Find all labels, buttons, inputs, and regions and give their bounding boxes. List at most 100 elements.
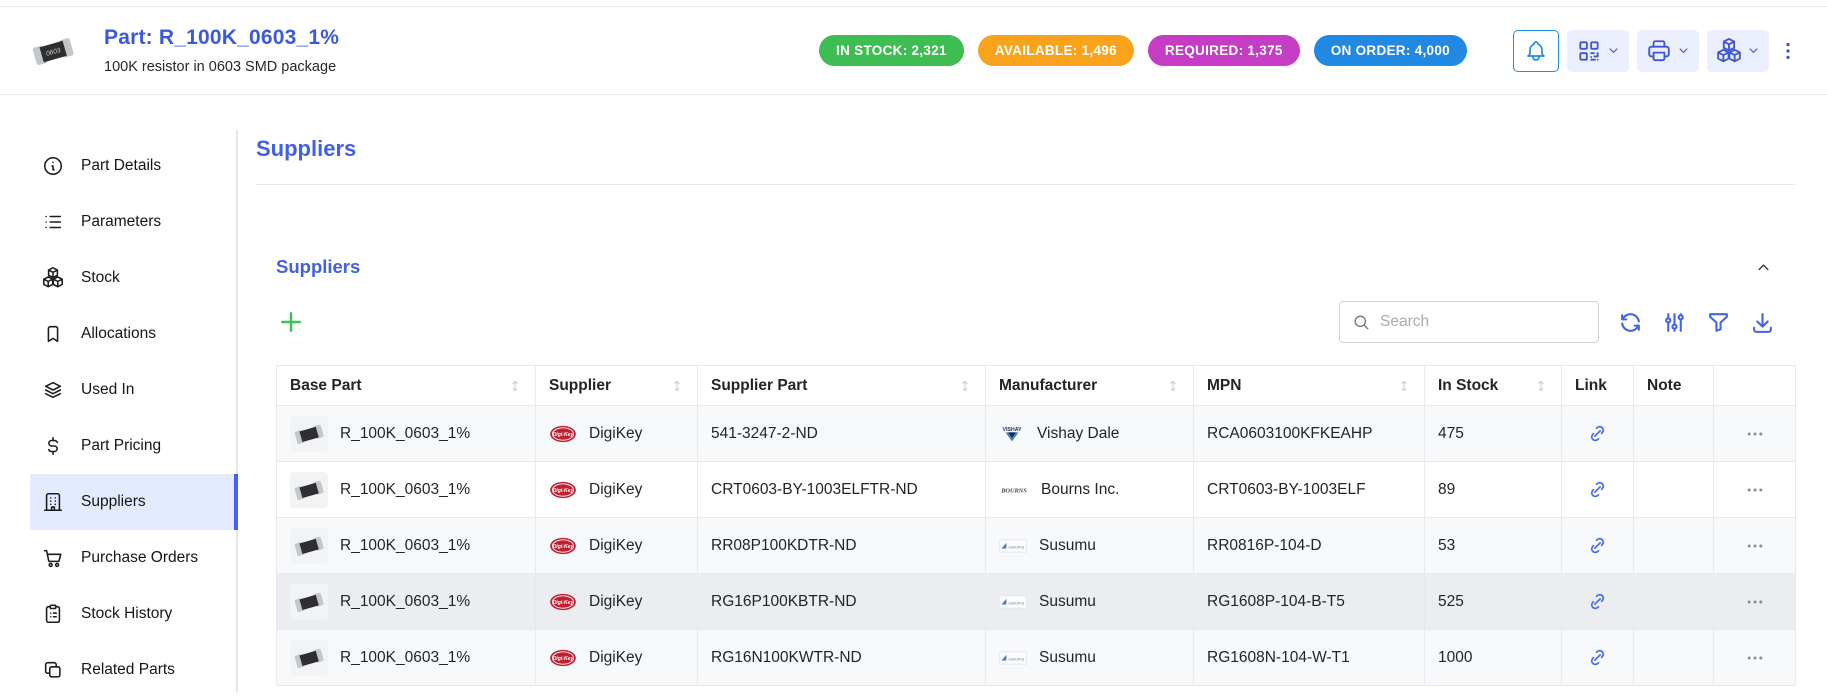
column-header-link: Link [1562, 366, 1634, 406]
part-sidebar: Part Details Parameters Stock Allocation… [30, 130, 238, 692]
mpn-value: RR0816P-104-D [1207, 537, 1322, 554]
part-thumbnail [290, 528, 328, 564]
column-header-manufacturer[interactable]: Manufacturer [986, 366, 1194, 406]
collapse-panel-button[interactable] [1754, 258, 1773, 277]
stock-cubes-icon [1716, 38, 1742, 64]
part-image[interactable]: 0603 [28, 29, 78, 73]
table-row[interactable]: R_100K_0603_1% DigiKey RG16N100KWTR-ND S… [277, 630, 1796, 686]
download-icon[interactable] [1750, 310, 1775, 335]
refresh-icon[interactable] [1618, 310, 1643, 335]
mpn-value: CRT0603-BY-1003ELF [1207, 481, 1366, 498]
susumu-logo [999, 595, 1027, 609]
notifications-button[interactable] [1513, 30, 1559, 72]
filter-icon[interactable] [1706, 310, 1731, 335]
base-part-name: R_100K_0603_1% [340, 649, 470, 667]
column-header-supplier-part[interactable]: Supplier Part [698, 366, 986, 406]
bookmark-icon [42, 323, 64, 345]
table-row[interactable]: R_100K_0603_1% DigiKey RR08P100KDTR-ND S… [277, 518, 1796, 574]
sidebar-item-part-details[interactable]: Part Details [30, 138, 236, 194]
sidebar-item-related-parts[interactable]: Related Parts [30, 642, 236, 698]
sidebar-item-label: Used In [81, 381, 134, 399]
stock-badges: IN STOCK: 2,321 AVAILABLE: 1,496 REQUIRE… [819, 35, 1467, 66]
sidebar-item-stock-history[interactable]: Stock History [30, 586, 236, 642]
in-stock-badge: IN STOCK: 2,321 [819, 35, 964, 66]
part-thumbnail [290, 584, 328, 620]
sidebar-item-allocations[interactable]: Allocations [30, 306, 236, 362]
supplier-name: DigiKey [589, 481, 642, 499]
table-row[interactable]: R_100K_0603_1% DigiKey CRT0603-BY-1003EL… [277, 462, 1796, 518]
manufacturer-name: Vishay Dale [1037, 425, 1119, 443]
part-thumbnail [290, 416, 328, 452]
divider [256, 184, 1795, 185]
sidebar-item-parameters[interactable]: Parameters [30, 194, 236, 250]
chevron-down-icon [1676, 43, 1691, 58]
sidebar-item-used-in[interactable]: Used In [30, 362, 236, 418]
digikey-logo [549, 537, 577, 555]
sidebar-item-purchase-orders[interactable]: Purchase Orders [30, 530, 236, 586]
column-header-supplier[interactable]: Supplier [536, 366, 698, 406]
dollar-icon [42, 435, 64, 457]
chevron-down-icon [1746, 43, 1761, 58]
base-part-name: R_100K_0603_1% [340, 537, 470, 555]
sort-icon [1397, 379, 1411, 393]
manufacturer-name: Susumu [1039, 593, 1096, 611]
more-options-button[interactable] [1777, 30, 1799, 72]
supplier-part-number: RR08P100KDTR-ND [711, 537, 857, 554]
info-circle-icon [42, 155, 64, 177]
mpn-value: RG1608P-104-B-T5 [1207, 593, 1345, 610]
supplier-part-number: 541-3247-2-ND [711, 425, 818, 442]
in-stock-value: 475 [1438, 425, 1464, 442]
row-actions-button[interactable] [1742, 592, 1768, 612]
note-cell [1634, 518, 1714, 574]
print-actions-button[interactable] [1637, 30, 1699, 72]
page-part-title: Part: R_100K_0603_1% [104, 26, 339, 50]
column-header-mpn[interactable]: MPN [1194, 366, 1425, 406]
digikey-logo [549, 425, 577, 443]
adjustments-icon[interactable] [1662, 310, 1687, 335]
link-icon[interactable] [1587, 647, 1608, 668]
column-header-in-stock[interactable]: In Stock [1425, 366, 1562, 406]
suppliers-panel: Suppliers [276, 256, 1795, 686]
link-icon[interactable] [1587, 479, 1608, 500]
row-actions-button[interactable] [1742, 424, 1768, 444]
sidebar-item-label: Related Parts [81, 661, 175, 679]
search-input[interactable] [1380, 313, 1588, 331]
in-stock-value: 1000 [1438, 649, 1472, 666]
available-badge: AVAILABLE: 1,496 [978, 35, 1134, 66]
column-header-base-part[interactable]: Base Part [277, 366, 536, 406]
stock-actions-button[interactable] [1707, 30, 1769, 72]
table-row[interactable]: R_100K_0603_1% DigiKey RG16P100KBTR-ND S… [277, 574, 1796, 630]
part-thumbnail [290, 640, 328, 676]
link-icon[interactable] [1587, 535, 1608, 556]
qr-code-icon [1576, 38, 1602, 64]
supplier-name: DigiKey [589, 593, 642, 611]
digikey-logo [549, 649, 577, 667]
row-actions-button[interactable] [1742, 480, 1768, 500]
table-row[interactable]: R_100K_0603_1% DigiKey 541-3247-2-ND Vis… [277, 406, 1796, 462]
table-header-row: Base Part Supplier Supplier Part Manufac… [277, 366, 1796, 406]
sidebar-item-suppliers[interactable]: Suppliers [30, 474, 236, 530]
layers-icon [42, 379, 64, 401]
sort-icon [958, 379, 972, 393]
row-actions-button[interactable] [1742, 648, 1768, 668]
sidebar-item-label: Allocations [81, 325, 156, 343]
resistor-image: 0603 [29, 30, 77, 72]
link-icon[interactable] [1587, 591, 1608, 612]
supplier-part-number: RG16N100KWTR-ND [711, 649, 862, 666]
search-box [1339, 301, 1599, 343]
add-supplier-part-button[interactable] [276, 307, 306, 337]
sidebar-item-label: Part Details [81, 157, 161, 175]
panel-title: Suppliers [276, 256, 360, 278]
manufacturer-name: Susumu [1039, 537, 1096, 555]
sort-icon [1166, 379, 1180, 393]
barcode-actions-button[interactable] [1567, 30, 1629, 72]
sidebar-item-stock[interactable]: Stock [30, 250, 236, 306]
link-icon[interactable] [1587, 423, 1608, 444]
manufacturer-name: Bourns Inc. [1041, 481, 1119, 499]
in-stock-value: 53 [1438, 537, 1455, 554]
bell-icon [1524, 39, 1548, 63]
part-header: 0603 Part: R_100K_0603_1% 100K resistor … [0, 6, 1827, 95]
row-actions-button[interactable] [1742, 536, 1768, 556]
susumu-logo [999, 651, 1027, 665]
sidebar-item-part-pricing[interactable]: Part Pricing [30, 418, 236, 474]
